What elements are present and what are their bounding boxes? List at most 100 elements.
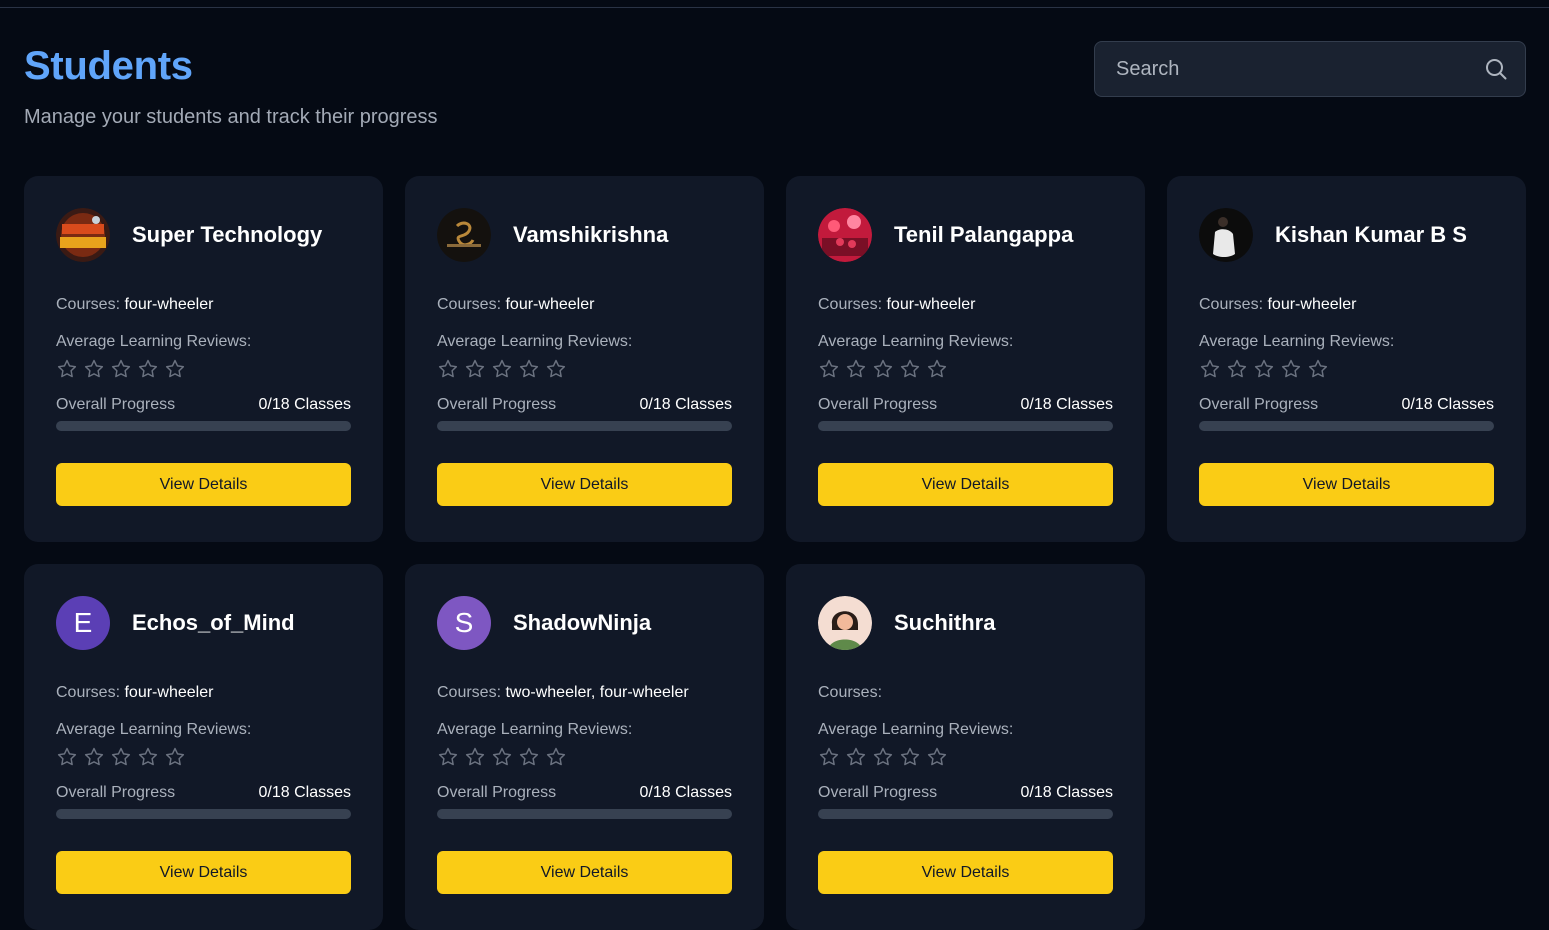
reviews-label: Average Learning Reviews:: [1199, 333, 1395, 350]
reviews-label: Average Learning Reviews:: [56, 721, 252, 738]
courses-label: Courses:: [1199, 296, 1264, 313]
star-icon: [1280, 358, 1302, 380]
student-courses: Courses: four-wheeler: [818, 296, 1113, 316]
star-icon: [1307, 358, 1329, 380]
rating-stars: [437, 358, 732, 380]
progress-row: Overall Progress 0/18 Classes: [1199, 396, 1494, 414]
student-card: Tenil Palangappa Courses: four-wheeler A…: [786, 176, 1145, 542]
student-courses: Courses: four-wheeler: [1199, 296, 1494, 316]
top-divider: [0, 7, 1549, 8]
courses-label: Courses:: [437, 684, 502, 701]
rating-stars: [818, 358, 1113, 380]
star-icon: [464, 358, 486, 380]
progress-label: Overall Progress: [818, 784, 938, 801]
progress-count: 0/18 Classes: [639, 784, 733, 801]
star-icon: [545, 746, 567, 768]
student-card: Vamshikrishna Courses: four-wheeler Aver…: [405, 176, 764, 542]
progress-count: 0/18 Classes: [1401, 396, 1495, 413]
student-card-header: Super Technology: [56, 208, 351, 262]
progress-row: Overall Progress 0/18 Classes: [437, 396, 732, 414]
progress-bar: [818, 809, 1113, 819]
progress-row: Overall Progress 0/18 Classes: [56, 396, 351, 414]
search-input[interactable]: [1116, 57, 1483, 81]
student-card-header: S ShadowNinja: [437, 596, 732, 650]
star-icon: [926, 358, 948, 380]
student-courses: Courses:: [818, 684, 1113, 704]
star-icon: [545, 358, 567, 380]
progress-label: Overall Progress: [56, 396, 176, 413]
student-card: Kishan Kumar B S Courses: four-wheeler A…: [1167, 176, 1526, 542]
star-icon: [845, 358, 867, 380]
progress-count: 0/18 Classes: [1020, 396, 1114, 413]
student-name: Vamshikrishna: [513, 222, 669, 247]
star-icon: [818, 746, 840, 768]
courses-label: Courses:: [818, 296, 883, 313]
progress-bar: [437, 809, 732, 819]
progress-row: Overall Progress 0/18 Classes: [818, 396, 1113, 414]
outlier-logo-avatar: [437, 208, 491, 262]
student-courses: Courses: four-wheeler: [437, 296, 732, 316]
progress-count: 0/18 Classes: [258, 784, 352, 801]
progress-label: Overall Progress: [1199, 396, 1319, 413]
view-details-button[interactable]: View Details: [56, 463, 351, 506]
super-technology-logo-avatar: [56, 208, 110, 262]
student-card-header: E Echos_of_Mind: [56, 596, 351, 650]
search-icon[interactable]: [1483, 56, 1509, 82]
reviews-label: Average Learning Reviews:: [818, 333, 1014, 350]
rating-stars: [56, 358, 351, 380]
student-name: ShadowNinja: [513, 610, 652, 635]
progress-count: 0/18 Classes: [258, 396, 352, 413]
rating-stars: [56, 746, 351, 768]
student-courses: Courses: four-wheeler: [56, 296, 351, 316]
student-name: Super Technology: [132, 222, 323, 247]
person-photo-avatar: [1199, 208, 1253, 262]
progress-bar: [818, 421, 1113, 431]
star-icon: [164, 358, 186, 380]
star-icon: [518, 358, 540, 380]
search-box[interactable]: [1094, 41, 1526, 97]
star-icon: [437, 746, 459, 768]
courses-value: four-wheeler: [505, 296, 595, 313]
star-icon: [1226, 358, 1248, 380]
progress-bar: [56, 421, 351, 431]
students-grid: Super Technology Courses: four-wheeler A…: [24, 176, 1526, 930]
letter-avatar: E: [56, 596, 110, 650]
view-details-button[interactable]: View Details: [818, 851, 1113, 894]
star-icon: [464, 746, 486, 768]
progress-count: 0/18 Classes: [1020, 784, 1114, 801]
view-details-button[interactable]: View Details: [1199, 463, 1494, 506]
view-details-button[interactable]: View Details: [437, 851, 732, 894]
progress-label: Overall Progress: [437, 784, 557, 801]
star-icon: [1253, 358, 1275, 380]
student-card: E Echos_of_Mind Courses: four-wheeler Av…: [24, 564, 383, 930]
star-icon: [110, 746, 132, 768]
student-name: Tenil Palangappa: [894, 222, 1074, 247]
star-icon: [164, 746, 186, 768]
student-card: Suchithra Courses: Average Learning Revi…: [786, 564, 1145, 930]
progress-row: Overall Progress 0/18 Classes: [818, 784, 1113, 802]
rating-stars: [437, 746, 732, 768]
view-details-button[interactable]: View Details: [437, 463, 732, 506]
star-icon: [818, 358, 840, 380]
page-header: Students Manage your students and track …: [24, 44, 438, 129]
student-card-header: Vamshikrishna: [437, 208, 732, 262]
student-name: Echos_of_Mind: [132, 610, 295, 635]
reviews-label: Average Learning Reviews:: [437, 721, 633, 738]
avatar-letter: S: [454, 607, 474, 638]
reviews-label: Average Learning Reviews:: [818, 721, 1014, 738]
courses-value: four-wheeler: [886, 296, 976, 313]
view-details-button[interactable]: View Details: [56, 851, 351, 894]
star-icon: [926, 746, 948, 768]
letter-avatar: S: [437, 596, 491, 650]
star-icon: [83, 358, 105, 380]
star-icon: [518, 746, 540, 768]
progress-bar: [56, 809, 351, 819]
courses-value: four-wheeler: [124, 296, 214, 313]
star-icon: [56, 358, 78, 380]
star-icon: [899, 358, 921, 380]
courses-value: four-wheeler: [1267, 296, 1357, 313]
reviews-label: Average Learning Reviews:: [56, 333, 252, 350]
view-details-button[interactable]: View Details: [818, 463, 1113, 506]
student-card-header: Tenil Palangappa: [818, 208, 1113, 262]
avatar-letter: E: [73, 607, 93, 638]
